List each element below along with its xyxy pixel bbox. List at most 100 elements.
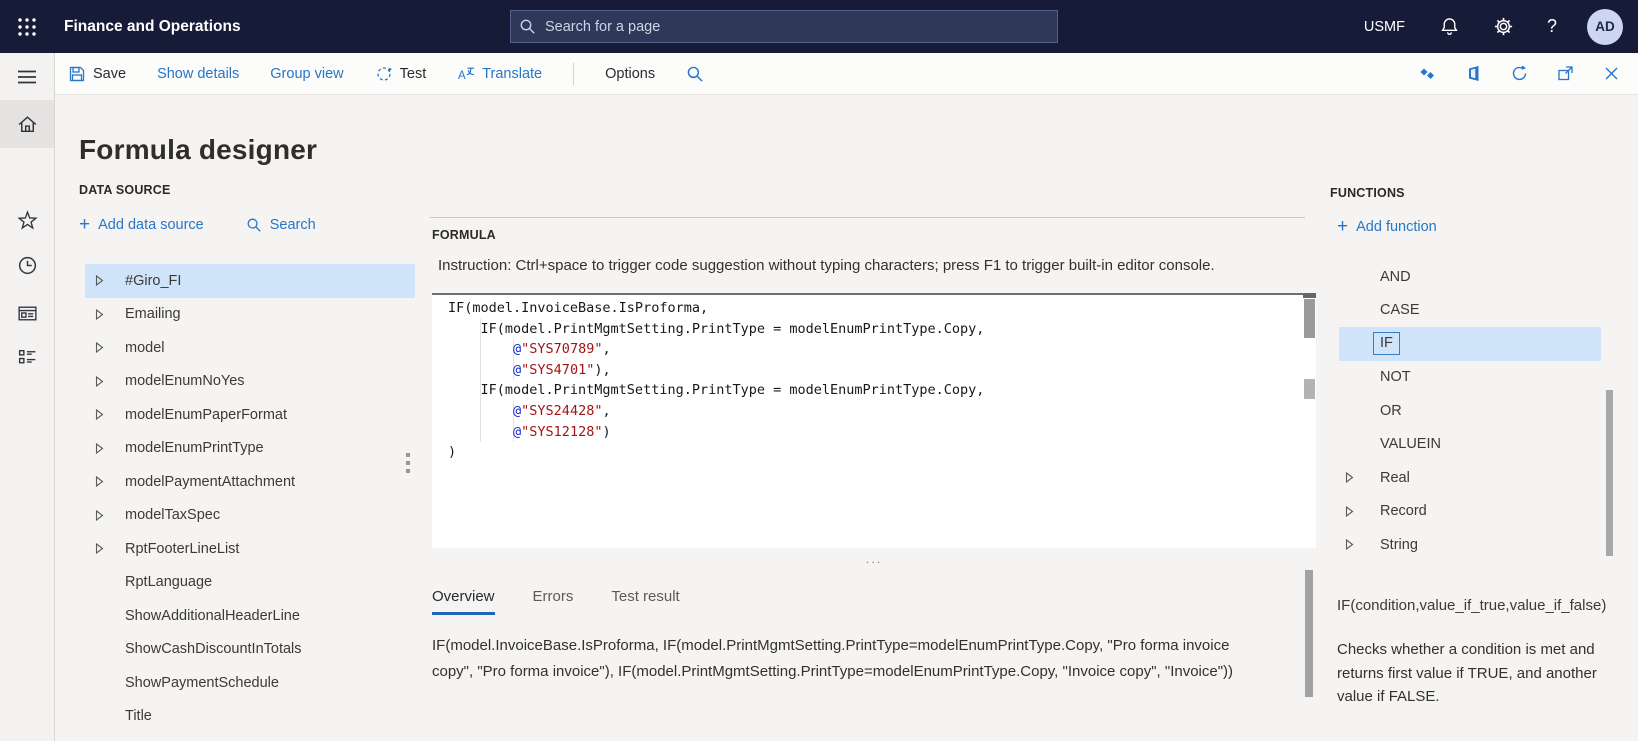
editor-scrollbar-thumb[interactable] (1304, 299, 1315, 338)
translate-button[interactable]: A Translate (457, 65, 542, 83)
data-source-item[interactable]: RptFooterLineList (85, 532, 415, 566)
functions-scrollbar-thumb[interactable] (1606, 390, 1613, 556)
expand-chevron-icon[interactable] (1339, 539, 1380, 551)
function-signature: IF(condition,value_if_true,value_if_fals… (1337, 597, 1607, 614)
code-line: @"SYS70789", (513, 341, 611, 358)
add-function-button[interactable]: + Add function (1337, 217, 1437, 236)
data-source-item[interactable]: modelEnumPrintType (85, 432, 415, 466)
function-item-label: Record (1380, 503, 1427, 520)
action-bar: Save Show details Group view Test A Tran… (55, 53, 1638, 95)
code-line: IF(model.InvoiceBase.IsProforma, (448, 300, 709, 316)
data-source-item[interactable]: ShowAdditionalHeaderLine (85, 599, 415, 633)
results-scrollbar[interactable] (1305, 560, 1313, 710)
results-scrollbar-thumb[interactable] (1305, 570, 1313, 697)
options-button[interactable]: Options (605, 66, 655, 82)
code-content: IF(model.InvoiceBase.IsProforma, IF(mode… (432, 295, 1316, 463)
expand-chevron-icon[interactable] (85, 342, 125, 354)
app-launcher-icon[interactable] (16, 16, 38, 38)
hamburger-menu-icon[interactable] (0, 66, 54, 88)
help-icon[interactable]: ? (1547, 16, 1557, 37)
functions-scrollbar[interactable] (1606, 260, 1613, 580)
data-source-item[interactable]: modelEnumNoYes (85, 365, 415, 399)
expand-chevron-icon[interactable] (85, 275, 125, 287)
tab-test-result[interactable]: Test result (611, 588, 679, 615)
function-item[interactable]: AND (1339, 260, 1601, 294)
recent-clock-icon[interactable] (0, 254, 54, 277)
function-item-label: IF (1373, 332, 1400, 356)
workspace-window-icon[interactable] (0, 302, 54, 325)
data-source-item-label: RptLanguage (125, 574, 213, 591)
save-button[interactable]: Save (68, 65, 126, 83)
function-item[interactable]: CASE (1339, 294, 1601, 328)
tab-errors[interactable]: Errors (533, 588, 574, 615)
editor-scrollbar-marker (1304, 379, 1315, 399)
show-details-label: Show details (157, 65, 240, 82)
expand-chevron-icon[interactable] (85, 442, 125, 454)
company-picker[interactable]: USMF (1364, 19, 1405, 35)
office-icon[interactable] (1464, 64, 1483, 83)
function-item[interactable]: OR (1339, 394, 1601, 428)
add-data-source-button[interactable]: + Add data source (79, 214, 204, 235)
expand-chevron-icon[interactable] (85, 509, 125, 521)
horizontal-splitter-dots[interactable]: ... (432, 552, 1316, 566)
data-source-item[interactable]: modelTaxSpec (85, 499, 415, 533)
expand-chevron-icon[interactable] (1339, 505, 1380, 517)
group-view-label: Group view (270, 65, 344, 82)
data-source-item-label: modelPaymentAttachment (125, 473, 296, 490)
function-item-label: Real (1380, 469, 1410, 486)
refresh-icon[interactable] (1510, 64, 1529, 83)
editor-instruction-text: Instruction: Ctrl+space to trigger code … (438, 257, 1215, 274)
save-label: Save (93, 65, 127, 82)
notifications-bell-icon[interactable] (1439, 16, 1460, 37)
expand-chevron-icon[interactable] (85, 543, 125, 555)
diamond-pair-icon[interactable] (1418, 64, 1437, 83)
data-source-item[interactable]: ShowPaymentSchedule (85, 666, 415, 700)
panel-splitter-handle[interactable] (405, 453, 411, 481)
tab-overview[interactable]: Overview (432, 588, 495, 615)
data-source-item[interactable]: Emailing (85, 298, 415, 332)
user-avatar[interactable]: AD (1587, 8, 1623, 45)
modules-list-icon[interactable] (0, 346, 54, 369)
favorites-star-icon[interactable] (0, 209, 54, 232)
result-tabs: Overview Errors Test result (432, 588, 680, 615)
action-search-button[interactable] (686, 65, 704, 83)
function-item[interactable]: Record (1339, 495, 1601, 529)
function-item[interactable]: String (1339, 528, 1601, 562)
close-icon[interactable] (1602, 64, 1621, 83)
editor-scrollbar[interactable] (1303, 293, 1316, 548)
formula-code-editor[interactable]: IF(model.InvoiceBase.IsProforma, IF(mode… (432, 293, 1316, 548)
overview-text: IF(model.InvoiceBase.IsProforma, IF(mode… (432, 637, 1234, 680)
data-source-item[interactable]: modelPaymentAttachment (85, 465, 415, 499)
data-source-item-label: #Giro_FI (125, 272, 182, 289)
data-source-search-button[interactable]: Search (246, 217, 316, 233)
expand-chevron-icon[interactable] (85, 375, 125, 387)
navbar-search-box[interactable] (510, 10, 1058, 43)
home-icon[interactable] (0, 113, 54, 136)
expand-chevron-icon[interactable] (85, 308, 125, 320)
data-source-tree: #Giro_FI Emailing model modelEnumNoYes model… (85, 264, 415, 733)
data-source-item-label: modelEnumPaperFormat (125, 406, 287, 423)
data-source-item[interactable]: #Giro_FI (85, 264, 415, 298)
expand-chevron-icon[interactable] (85, 409, 125, 421)
translate-label: Translate (482, 65, 543, 82)
data-source-item[interactable]: RptLanguage (85, 566, 415, 600)
function-item[interactable]: NOT (1339, 361, 1601, 395)
data-source-item[interactable]: modelEnumPaperFormat (85, 398, 415, 432)
settings-gear-icon[interactable] (1493, 16, 1514, 37)
plus-icon: + (79, 214, 91, 235)
open-in-new-window-icon[interactable] (1556, 64, 1575, 83)
expand-chevron-icon[interactable] (1339, 472, 1380, 484)
test-button[interactable]: Test (375, 65, 426, 83)
function-item[interactable]: VALUEIN (1339, 428, 1601, 462)
expand-chevron-icon[interactable] (85, 476, 125, 488)
show-details-button[interactable]: Show details (157, 66, 239, 82)
data-source-item[interactable]: ShowCashDiscountInTotals (85, 633, 415, 667)
function-item[interactable]: IF (1339, 327, 1601, 361)
data-source-item[interactable]: model (85, 331, 415, 365)
group-view-button[interactable]: Group view (270, 66, 343, 82)
function-item[interactable]: Real (1339, 461, 1601, 495)
data-source-item[interactable]: Title (85, 700, 415, 734)
code-line: @"SYS4701"), (513, 361, 611, 378)
code-line: IF(model.PrintMgmtSetting.PrintType = mo… (448, 320, 985, 337)
navbar-search-input[interactable] (545, 18, 1049, 35)
